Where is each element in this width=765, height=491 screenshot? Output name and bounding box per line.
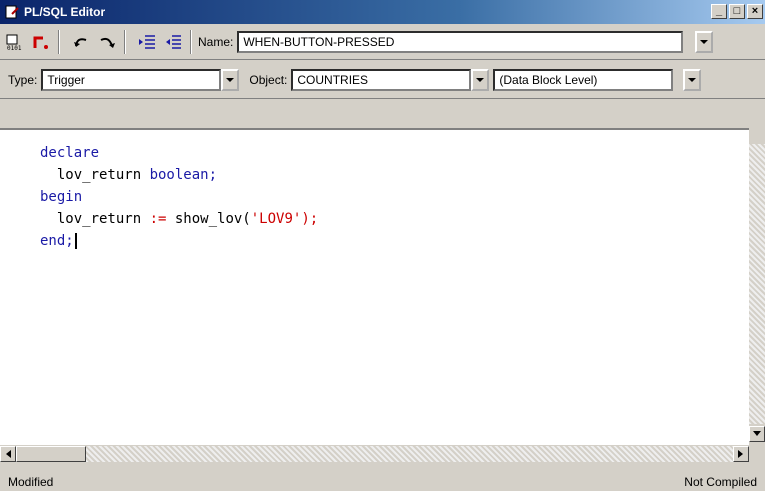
chevron-left-icon [6,449,11,458]
type-dropdown-button[interactable] [221,68,240,91]
code-line: end; [40,230,318,252]
chevron-down-icon [226,77,235,82]
text-cursor [74,233,77,249]
keyword: declare [40,145,100,161]
name-dropdown-button[interactable] [695,30,714,53]
toolbar-divider [58,29,60,54]
code-line: begin [40,186,318,208]
toolbar-divider [124,29,126,54]
status-compile-state: Not Compiled [684,474,757,489]
chevron-down-icon [700,39,709,44]
keyword: begin [40,189,83,205]
horizontal-scroll-thumb[interactable] [16,445,86,462]
compile-icon[interactable]: 0101 [4,31,26,53]
redo-icon[interactable] [96,31,118,53]
level-dropdown-button[interactable] [683,68,702,91]
indent-icon[interactable] [136,31,158,53]
chevron-down-icon [688,77,697,82]
keyword: end; [40,233,74,249]
editor-app-icon [4,4,20,20]
scroll-right-button[interactable] [733,445,749,462]
object-label: Object: [249,72,288,87]
type-label: Type: [8,72,38,87]
revert-icon[interactable] [30,31,52,53]
maximize-button[interactable]: □ [729,4,745,19]
window-title: PL/SQL Editor [24,5,106,19]
code-line: declare [40,142,318,164]
chevron-down-icon [476,77,485,82]
code-line: lov_return := show_lov('LOV9'); [40,208,318,230]
object-select[interactable]: COUNTRIES [291,68,472,91]
name-combobox[interactable]: WHEN-BUTTON-PRESSED [237,30,684,53]
scroll-left-button[interactable] [0,445,16,462]
object-dropdown-button[interactable] [471,68,490,91]
scroll-down-button[interactable] [749,426,765,442]
chevron-down-icon [753,431,761,436]
level-select[interactable]: (Data Block Level) [493,68,674,91]
outdent-icon[interactable] [162,31,184,53]
toolbar-divider [190,29,192,54]
operator: := [149,211,167,227]
string-literal: 'LOV9' [250,211,302,227]
toolbar: 0101 Name: WHEN-BUTTON-PRESSED [0,24,765,60]
chevron-right-icon [738,449,743,458]
horizontal-scrollbar[interactable] [0,444,749,462]
undo-icon[interactable] [70,31,92,53]
keyword: boolean; [149,167,218,183]
status-modified: Modified [8,474,54,489]
identifier: lov_return [40,211,150,227]
minimize-button[interactable]: _ [711,4,727,19]
status-bar: Modified Not Compiled [0,472,765,491]
title-bar: PL/SQL Editor _ □ × [0,0,765,24]
svg-text:0101: 0101 [7,45,22,52]
punctuation: ); [301,211,319,227]
code-editor[interactable]: declare lov_return boolean; begin lov_re… [0,128,765,458]
type-select[interactable]: Trigger [41,68,222,91]
vertical-scroll-track[interactable] [749,144,765,424]
close-button[interactable]: × [747,4,763,19]
function-call: show_lov( [166,211,251,227]
editor-gutter [8,130,40,448]
name-label: Name: [198,34,234,49]
selector-row: Type: Trigger Object: COUNTRIES (Data Bl… [0,61,765,99]
identifier: lov_return [40,167,150,183]
horizontal-scroll-track[interactable] [86,445,733,462]
code-text[interactable]: declare lov_return boolean; begin lov_re… [40,142,318,252]
code-line: lov_return boolean; [40,164,318,186]
